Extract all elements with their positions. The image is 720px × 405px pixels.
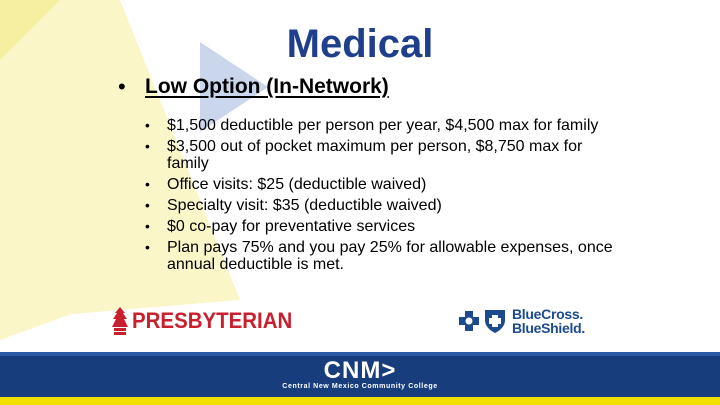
bullet-dot-icon: •	[145, 197, 150, 213]
benefit-list: • $1,500 deductible per person per year, …	[143, 117, 613, 277]
bullet-dot-icon: •	[145, 176, 150, 192]
list-item-text: $3,500 out of pocket maximum per person,…	[167, 138, 583, 172]
cnm-subtitle: Central New Mexico Community College	[282, 383, 438, 390]
blue-cross-icon	[459, 311, 479, 331]
slide-title: Medical	[286, 22, 434, 66]
bullet-dot-icon: •	[145, 218, 150, 234]
list-item: • Specialty visit: $35 (deductible waived…	[143, 197, 613, 214]
list-item-text: $0 co-pay for preventative services	[167, 218, 416, 235]
list-item-text: $1,500 deductible per person per year, $…	[167, 117, 599, 134]
bluecross-blueshield-logo: BlueCross. BlueShield.	[458, 305, 585, 337]
list-item-text: Specialty visit: $35 (deductible waived)	[167, 197, 442, 214]
footer-stripe	[0, 352, 720, 356]
blue-shield-icon	[485, 310, 505, 333]
bcbs-line-2: BlueShield.	[512, 320, 585, 336]
slide: Medical • Low Option (In-Network) • $1,50…	[0, 0, 720, 405]
bullet-dot-icon: •	[145, 239, 150, 255]
list-item: • $1,500 deductible per person per year, …	[143, 117, 613, 134]
list-item: • Office visits: $25 (deductible waived)	[143, 176, 613, 193]
list-item-text: Office visits: $25 (deductible waived)	[167, 176, 427, 193]
list-item: • Plan pays 75% and you pay 25% for allow…	[143, 239, 613, 273]
list-item: • $3,500 out of pocket maximum per person…	[143, 138, 613, 172]
cnm-logo: CNM>	[323, 357, 397, 384]
bullet-dot-icon: •	[145, 138, 150, 154]
bcbs-line-1: BlueCross.	[512, 306, 583, 322]
section-heading: • Low Option (In-Network)	[118, 72, 389, 102]
heading-text: Low Option (In-Network)	[145, 75, 389, 98]
bcbs-wordmark: BlueCross. BlueShield.	[512, 307, 585, 335]
footer-yellow-bar	[0, 397, 720, 405]
list-item-text: Plan pays 75% and you pay 25% for allowa…	[167, 239, 613, 273]
bullet-dot-icon: •	[145, 117, 150, 133]
bullet-dot-icon: •	[118, 74, 126, 99]
presbyterian-symbol-icon	[112, 307, 128, 335]
presbyterian-wordmark: PRESBYTERIAN	[132, 308, 293, 333]
presbyterian-logo: PRESBYTERIAN	[112, 306, 304, 336]
list-item: • $0 co-pay for preventative services	[143, 218, 613, 235]
